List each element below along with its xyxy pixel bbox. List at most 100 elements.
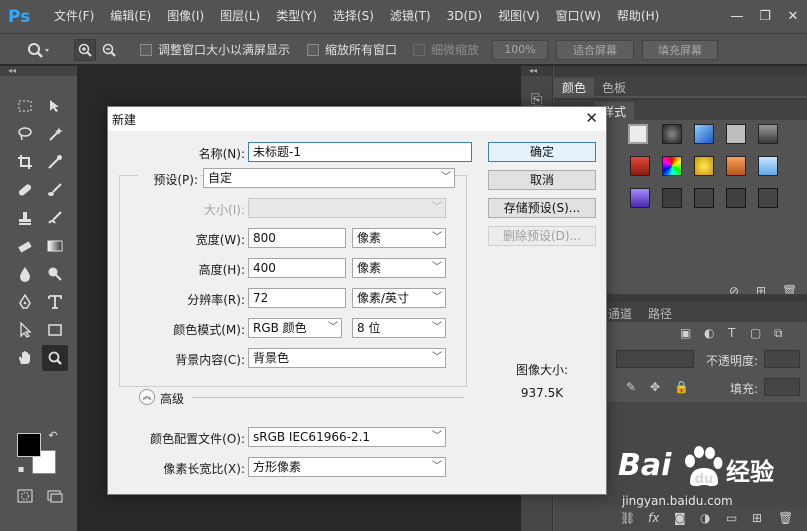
magic-wand-icon[interactable]: [42, 121, 68, 147]
height-unit-select[interactable]: 像素 ﹀: [352, 258, 446, 278]
style-swatch[interactable]: [726, 124, 746, 144]
filter-smart-icon[interactable]: ⧉: [774, 326, 783, 341]
blend-mode-select[interactable]: [616, 350, 694, 368]
name-input[interactable]: 未标题-1: [248, 142, 472, 162]
width-unit-select[interactable]: 像素 ﹀: [352, 228, 446, 248]
swap-colors-icon[interactable]: ↶: [46, 428, 60, 442]
style-swatch[interactable]: [694, 156, 714, 176]
menu-edit[interactable]: 编辑(E): [102, 0, 159, 33]
pen-icon[interactable]: [12, 289, 38, 315]
background-select[interactable]: 背景色 ﹀: [248, 348, 446, 368]
screen-mode-icon[interactable]: [42, 483, 68, 509]
style-swatch[interactable]: [726, 156, 746, 176]
resize-window-option[interactable]: 调整窗口大小以满屏显示: [140, 34, 290, 65]
pixel-aspect-select[interactable]: 方形像素 ﹀: [248, 457, 446, 477]
brush-icon[interactable]: [42, 177, 68, 203]
menu-layer[interactable]: 图层(L): [212, 0, 268, 33]
menu-3d[interactable]: 3D(D): [439, 0, 490, 33]
ok-button[interactable]: 确定: [488, 142, 596, 162]
healing-brush-icon[interactable]: [12, 177, 38, 203]
zoom-tool-active-icon[interactable]: [42, 345, 68, 371]
restore-icon[interactable]: ❐: [751, 0, 779, 33]
adjustment-layer-icon[interactable]: ◑: [700, 511, 710, 525]
style-swatch[interactable]: [694, 188, 714, 208]
close-icon[interactable]: ✕: [779, 0, 807, 33]
menu-image[interactable]: 图像(I): [159, 0, 212, 33]
eraser-icon[interactable]: [12, 233, 38, 259]
color-profile-select[interactable]: sRGB IEC61966-2.1 ﹀: [248, 427, 446, 447]
style-swatch[interactable]: [630, 156, 650, 176]
menu-filter[interactable]: 滤镜(T): [382, 0, 439, 33]
lasso-icon[interactable]: [12, 121, 38, 147]
tab-paths[interactable]: 路径: [640, 304, 681, 322]
group-icon[interactable]: ▭: [726, 511, 737, 525]
bit-depth-select[interactable]: 8 位 ﹀: [352, 318, 446, 338]
zoom-all-checkbox[interactable]: [307, 43, 319, 56]
filter-type-icon[interactable]: T: [728, 326, 735, 340]
new-layer-icon[interactable]: ⊞: [752, 511, 762, 525]
delete-layer-icon[interactable]: 🗑: [778, 511, 793, 525]
menu-view[interactable]: 视图(V): [490, 0, 548, 33]
opacity-field[interactable]: [764, 350, 800, 368]
rectangle-shape-icon[interactable]: [42, 317, 68, 343]
type-icon[interactable]: [42, 289, 68, 315]
style-swatch[interactable]: [694, 124, 714, 144]
path-selection-icon[interactable]: [12, 317, 38, 343]
filter-adjust-icon[interactable]: ◐: [704, 326, 714, 340]
filter-pixel-icon[interactable]: ▣: [680, 326, 691, 340]
move-icon[interactable]: [42, 93, 68, 119]
fill-screen-button[interactable]: 填充屏幕: [642, 39, 718, 60]
marquee-icon[interactable]: [12, 93, 38, 119]
resize-window-checkbox[interactable]: [140, 43, 152, 56]
layer-mask-icon[interactable]: ◙: [674, 511, 686, 525]
blur-icon[interactable]: [12, 261, 38, 287]
fit-screen-button[interactable]: 适合屏幕: [556, 39, 634, 60]
link-layers-icon[interactable]: ⛓: [620, 511, 635, 525]
advanced-toggle-icon[interactable]: ︽: [139, 389, 155, 405]
hand-icon[interactable]: [12, 345, 38, 371]
scrubby-zoom-checkbox[interactable]: [413, 43, 425, 56]
height-input[interactable]: 400: [248, 258, 346, 278]
resolution-input[interactable]: 72: [248, 288, 346, 308]
style-swatch[interactable]: [662, 188, 682, 208]
color-mode-select[interactable]: RGB 颜色 ﹀: [248, 318, 342, 338]
foreground-color-swatch[interactable]: [17, 433, 41, 457]
default-colors-icon[interactable]: ▪: [14, 462, 28, 476]
scrubby-zoom-option[interactable]: 细微缩放: [413, 34, 479, 65]
fx-icon[interactable]: fx: [648, 511, 659, 525]
style-swatch[interactable]: [662, 124, 682, 144]
menu-window[interactable]: 窗口(W): [548, 0, 609, 33]
crop-icon[interactable]: [12, 149, 38, 175]
fill-field[interactable]: [764, 378, 800, 396]
style-swatch[interactable]: [758, 156, 778, 176]
preset-select[interactable]: 自定 ﹀: [203, 168, 455, 188]
lock-pixels-icon[interactable]: ✎: [626, 380, 636, 394]
style-swatch[interactable]: [758, 124, 778, 144]
lock-all-icon[interactable]: 🔒: [674, 380, 689, 394]
gradient-icon[interactable]: [42, 233, 68, 259]
menu-file[interactable]: 文件(F): [46, 0, 102, 33]
style-swatch[interactable]: [726, 188, 746, 208]
history-brush-icon[interactable]: [42, 205, 68, 231]
style-swatch[interactable]: [630, 188, 650, 208]
zoom-all-option[interactable]: 缩放所有窗口: [307, 34, 397, 65]
tab-swatches[interactable]: 色板: [594, 78, 635, 96]
menu-help[interactable]: 帮助(H): [609, 0, 667, 33]
eyedropper-icon[interactable]: [42, 149, 68, 175]
style-swatch[interactable]: [758, 188, 778, 208]
save-preset-button[interactable]: 存储预设(S)...: [488, 198, 596, 218]
resolution-unit-select[interactable]: 像素/英寸 ﹀: [352, 288, 446, 308]
filter-shape-icon[interactable]: ▢: [750, 326, 761, 340]
dialog-title-bar[interactable]: 新建 ✕: [108, 107, 606, 131]
style-swatch-default[interactable]: [628, 124, 648, 144]
strip-collapse-icon[interactable]: ◂◂: [521, 66, 552, 76]
menu-type[interactable]: 类型(Y): [268, 0, 325, 33]
zoom-in-icon[interactable]: [74, 38, 96, 61]
style-swatch[interactable]: [662, 156, 682, 176]
zoom-100-button[interactable]: 100%: [492, 39, 548, 60]
dodge-icon[interactable]: [42, 261, 68, 287]
dialog-close-icon[interactable]: ✕: [585, 109, 598, 127]
tool-preset-picker[interactable]: [24, 34, 50, 65]
clone-stamp-icon[interactable]: [12, 205, 38, 231]
menu-select[interactable]: 选择(S): [325, 0, 382, 33]
